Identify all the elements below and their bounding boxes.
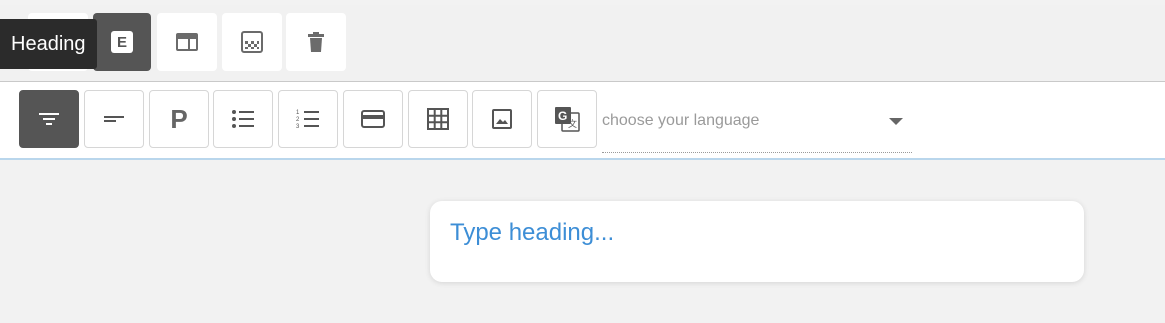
filter-icon xyxy=(39,113,59,125)
heading-input[interactable] xyxy=(450,219,1050,247)
chevron-down-icon[interactable] xyxy=(889,118,903,125)
letter-e-icon: E xyxy=(111,31,133,53)
block-toolbar: E xyxy=(0,5,1165,82)
table-button[interactable] xyxy=(408,90,468,148)
numbered-list-icon: 1 2 3 xyxy=(296,110,319,130)
background-pattern-icon xyxy=(241,31,263,53)
google-translate-icon: G 文 xyxy=(555,107,580,132)
heading-tooltip: Heading xyxy=(0,19,97,69)
trash-icon xyxy=(308,32,324,52)
image-icon xyxy=(492,109,512,129)
language-select-placeholder: choose your language xyxy=(602,112,760,129)
short-line-icon xyxy=(104,116,124,122)
format-toolbar: P 1 2 3 G 文 choose your language xyxy=(0,82,1165,160)
image-button[interactable] xyxy=(472,90,532,148)
language-select[interactable]: choose your language xyxy=(602,90,912,153)
paragraph-icon: P xyxy=(170,103,188,134)
delete-block-button[interactable] xyxy=(286,13,346,71)
translate-button[interactable]: G 文 xyxy=(537,90,597,148)
heading-card xyxy=(430,201,1084,282)
layout-block-button[interactable] xyxy=(157,13,217,71)
paragraph-button[interactable]: P xyxy=(149,90,209,148)
svg-text:文: 文 xyxy=(568,118,577,129)
filter-align-button[interactable] xyxy=(19,90,79,148)
svg-text:1: 1 xyxy=(296,110,300,116)
svg-text:G: G xyxy=(558,109,567,123)
bullet-list-icon xyxy=(232,110,254,128)
short-line-button[interactable] xyxy=(84,90,144,148)
background-block-button[interactable] xyxy=(222,13,282,71)
card-icon xyxy=(361,110,385,128)
svg-text:2: 2 xyxy=(296,117,300,123)
heading-block-button[interactable]: E xyxy=(93,13,151,71)
table-icon xyxy=(427,108,449,130)
svg-text:3: 3 xyxy=(296,124,300,130)
card-button[interactable] xyxy=(343,90,403,148)
bullet-list-button[interactable] xyxy=(213,90,273,148)
numbered-list-button[interactable]: 1 2 3 xyxy=(278,90,338,148)
layout-icon xyxy=(176,33,198,51)
